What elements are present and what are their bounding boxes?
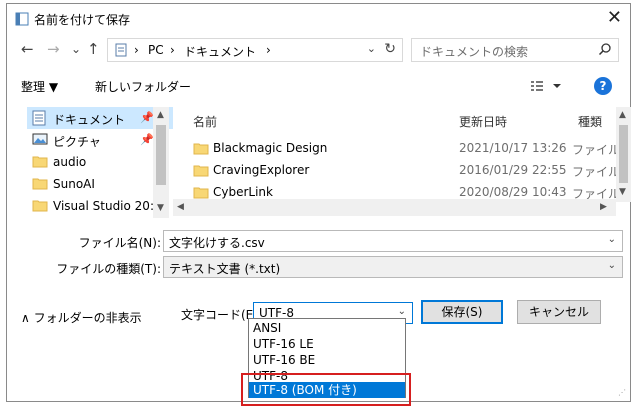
folder-icon xyxy=(193,143,209,155)
navigation-pane: ドキュメント 📌 ピクチャ 📌 audio SunoAI Visual Stud… xyxy=(27,107,173,218)
breadcrumb-documents[interactable]: ドキュメント xyxy=(184,43,256,60)
up-arrow-icon[interactable]: ↑ xyxy=(87,39,100,59)
file-date: 2021/10/17 13:26 xyxy=(459,141,567,155)
sidebar-item-label: audio xyxy=(53,155,87,169)
documents-folder-icon xyxy=(115,43,127,57)
folder-icon xyxy=(32,200,48,212)
navigation-pane-scrollbar[interactable]: ▲ ▼ xyxy=(153,107,169,218)
encoding-option-utf16le[interactable]: UTF-16 LE xyxy=(249,336,405,352)
file-list-vertical-scrollbar[interactable]: ▲ ▼ xyxy=(616,107,631,202)
filetype-label: ファイルの種類(T): xyxy=(56,262,161,276)
file-row[interactable]: CravingExplorer 2016/01/29 22:55 ファイル xyxy=(173,159,616,181)
organize-menu[interactable]: 整理 ▼ xyxy=(21,78,58,95)
column-header-name[interactable]: 名前 xyxy=(193,113,217,130)
file-date: 2020/08/29 10:43 xyxy=(459,185,567,199)
scrollbar-thumb[interactable] xyxy=(156,125,166,185)
breadcrumb-separator: › xyxy=(134,43,139,57)
folder-icon xyxy=(32,156,48,168)
search-icon[interactable] xyxy=(598,42,612,56)
address-bar[interactable]: › PC › ドキュメント › ⌄ ↻ xyxy=(107,38,403,62)
save-button[interactable]: 保存(S) xyxy=(421,300,503,324)
view-options-icon[interactable] xyxy=(531,80,561,92)
title-bar: 名前を付けて保存 ✕ xyxy=(7,4,630,34)
chevron-down-icon[interactable]: ⌄ xyxy=(608,234,616,245)
filetype-select[interactable]: テキスト文書 (*.txt) ⌄ xyxy=(163,256,623,278)
help-icon[interactable]: ? xyxy=(594,77,612,95)
folder-icon xyxy=(193,165,209,177)
scroll-left-icon[interactable]: ◀ xyxy=(177,202,184,212)
sidebar-item-documents[interactable]: ドキュメント 📌 xyxy=(27,107,173,129)
scroll-down-icon[interactable]: ▼ xyxy=(157,203,164,213)
sidebar-item-audio[interactable]: audio xyxy=(27,151,173,173)
cancel-button[interactable]: キャンセル xyxy=(517,300,601,324)
command-toolbar: 整理 ▼ 新しいフォルダー ? xyxy=(7,74,630,100)
refresh-icon[interactable]: ↻ xyxy=(384,41,396,57)
breadcrumb-pc[interactable]: PC xyxy=(148,43,164,57)
sidebar-item-pictures[interactable]: ピクチャ 📌 xyxy=(27,129,173,151)
scroll-up-icon[interactable]: ▲ xyxy=(157,110,164,120)
chevron-down-icon[interactable]: ⌄ xyxy=(608,260,616,271)
filename-value: 文字化けする.csv xyxy=(169,236,265,250)
file-type: ファイル xyxy=(572,143,616,157)
sidebar-item-visual-studio[interactable]: Visual Studio 20: xyxy=(27,195,173,217)
close-icon[interactable]: ✕ xyxy=(607,8,622,28)
document-icon xyxy=(32,110,46,126)
save-dialog-icon xyxy=(15,12,29,26)
encoding-option-ansi[interactable]: ANSI xyxy=(249,320,405,336)
filename-input[interactable]: 文字化けする.csv ⌄ xyxy=(163,230,623,252)
back-arrow-icon[interactable]: ← xyxy=(21,39,34,59)
resize-grip-icon[interactable]: ⋰ xyxy=(618,388,626,397)
chevron-down-icon[interactable]: ⌄ xyxy=(367,42,376,55)
forward-arrow-icon[interactable]: → xyxy=(47,39,60,59)
scroll-up-icon[interactable]: ▲ xyxy=(619,110,626,120)
file-name: CravingExplorer xyxy=(213,163,310,177)
file-type: ファイル xyxy=(572,165,616,179)
sidebar-item-label: Visual Studio 20: xyxy=(53,199,154,213)
sidebar-item-label: ドキュメント xyxy=(53,113,126,127)
scrollbar-thumb[interactable] xyxy=(619,125,628,183)
recent-locations-icon[interactable]: ⌄ xyxy=(71,39,81,59)
folder-icon xyxy=(193,187,209,199)
encoding-option-utf16be[interactable]: UTF-16 BE xyxy=(249,352,405,368)
breadcrumb-separator: › xyxy=(266,43,271,57)
search-box[interactable]: ドキュメントの検索 xyxy=(411,38,619,62)
column-header-type[interactable]: 種類 xyxy=(578,113,602,130)
filename-label: ファイル名(N): xyxy=(78,236,161,250)
picture-icon xyxy=(32,133,48,145)
sidebar-item-label: SunoAI xyxy=(53,177,95,191)
scroll-right-icon[interactable]: ▶ xyxy=(600,202,607,212)
column-header-date[interactable]: 更新日時 xyxy=(459,113,507,130)
window-title: 名前を付けて保存 xyxy=(34,13,131,27)
file-row[interactable]: Blackmagic Design 2021/10/17 13:26 ファイル xyxy=(173,137,616,159)
pin-icon[interactable]: 📌 xyxy=(140,111,154,124)
highlight-annotation-box xyxy=(241,373,411,406)
sidebar-item-sunoai[interactable]: SunoAI xyxy=(27,173,173,195)
search-placeholder: ドキュメントの検索 xyxy=(420,45,529,59)
navigation-bar: ← → ⌄ ↑ › PC › ドキュメント › ⌄ ↻ ドキュメントの検索 xyxy=(7,36,630,64)
chevron-down-icon[interactable]: ⌄ xyxy=(398,306,406,317)
scroll-down-icon[interactable]: ▼ xyxy=(619,187,626,197)
sidebar-item-label: ピクチャ xyxy=(53,135,101,149)
file-name: CyberLink xyxy=(213,185,273,199)
folder-icon xyxy=(32,178,48,190)
file-list-horizontal-scrollbar[interactable]: ◀ ▶ xyxy=(173,199,616,216)
breadcrumb-separator: › xyxy=(170,43,175,57)
sort-ascending-icon: ⌃ xyxy=(323,107,331,114)
filetype-value: テキスト文書 (*.txt) xyxy=(169,262,281,276)
hide-folders-toggle[interactable]: ∧ フォルダーの非表示 xyxy=(21,309,142,326)
file-name: Blackmagic Design xyxy=(213,141,328,155)
file-date: 2016/01/29 22:55 xyxy=(459,163,567,177)
new-folder-button[interactable]: 新しいフォルダー xyxy=(95,78,191,95)
pin-icon[interactable]: 📌 xyxy=(140,133,154,146)
